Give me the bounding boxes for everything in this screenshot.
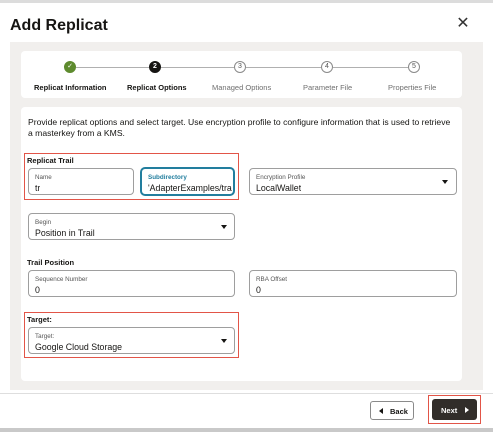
check-icon[interactable]: ✓: [64, 61, 76, 73]
dialog-title: Add Replicat: [10, 17, 108, 34]
step-label-replicat-information[interactable]: Replicat Information: [34, 83, 107, 92]
rba-offset-field[interactable]: RBA Offset 0: [249, 270, 457, 297]
next-label: Next: [441, 406, 458, 415]
footer-divider: [0, 393, 493, 394]
encryption-profile-value: LocalWallet: [256, 183, 302, 193]
back-button[interactable]: Back: [370, 401, 414, 420]
chevron-left-icon: [379, 408, 383, 414]
top-border: [0, 0, 493, 3]
sequence-number-label: Sequence Number: [35, 276, 88, 283]
encryption-profile-label: Encryption Profile: [256, 174, 306, 181]
chevron-right-icon: [465, 407, 469, 413]
step-connector: [76, 67, 149, 68]
step-label-parameter-file[interactable]: Parameter File: [303, 83, 352, 92]
step-marker-5[interactable]: 5: [408, 61, 420, 73]
replicat-trail-highlight: [24, 153, 239, 200]
step-label-properties-file[interactable]: Properties File: [388, 83, 436, 92]
step-marker-4[interactable]: 4: [321, 61, 333, 73]
description-text: Provide replicat options and select targ…: [28, 117, 451, 138]
caret-down-icon: [221, 225, 227, 229]
back-label: Back: [390, 407, 408, 416]
step-marker-2[interactable]: 2: [149, 61, 161, 73]
sequence-number-value: 0: [35, 285, 40, 295]
begin-select[interactable]: Begin Position in Trail: [28, 213, 235, 240]
caret-down-icon: [442, 180, 448, 184]
step-marker-3[interactable]: 3: [234, 61, 246, 73]
sequence-number-field[interactable]: Sequence Number 0: [28, 270, 235, 297]
begin-label: Begin: [35, 219, 52, 226]
target-highlight: [24, 312, 239, 358]
begin-value: Position in Trail: [35, 228, 95, 238]
bottom-edge: [0, 428, 493, 432]
encryption-profile-select[interactable]: Encryption Profile LocalWallet: [249, 168, 457, 195]
step-connector: [161, 67, 234, 68]
step-connector: [333, 67, 408, 68]
step-label-managed-options[interactable]: Managed Options: [212, 83, 271, 92]
rba-offset-value: 0: [256, 285, 261, 295]
step-connector: [246, 67, 321, 68]
rba-offset-label: RBA Offset: [256, 276, 288, 283]
step-label-replicat-options[interactable]: Replicat Options: [127, 83, 187, 92]
trail-position-heading: Trail Position: [27, 258, 75, 267]
next-button[interactable]: Next: [432, 399, 477, 420]
close-icon[interactable]: ✕: [455, 16, 471, 32]
